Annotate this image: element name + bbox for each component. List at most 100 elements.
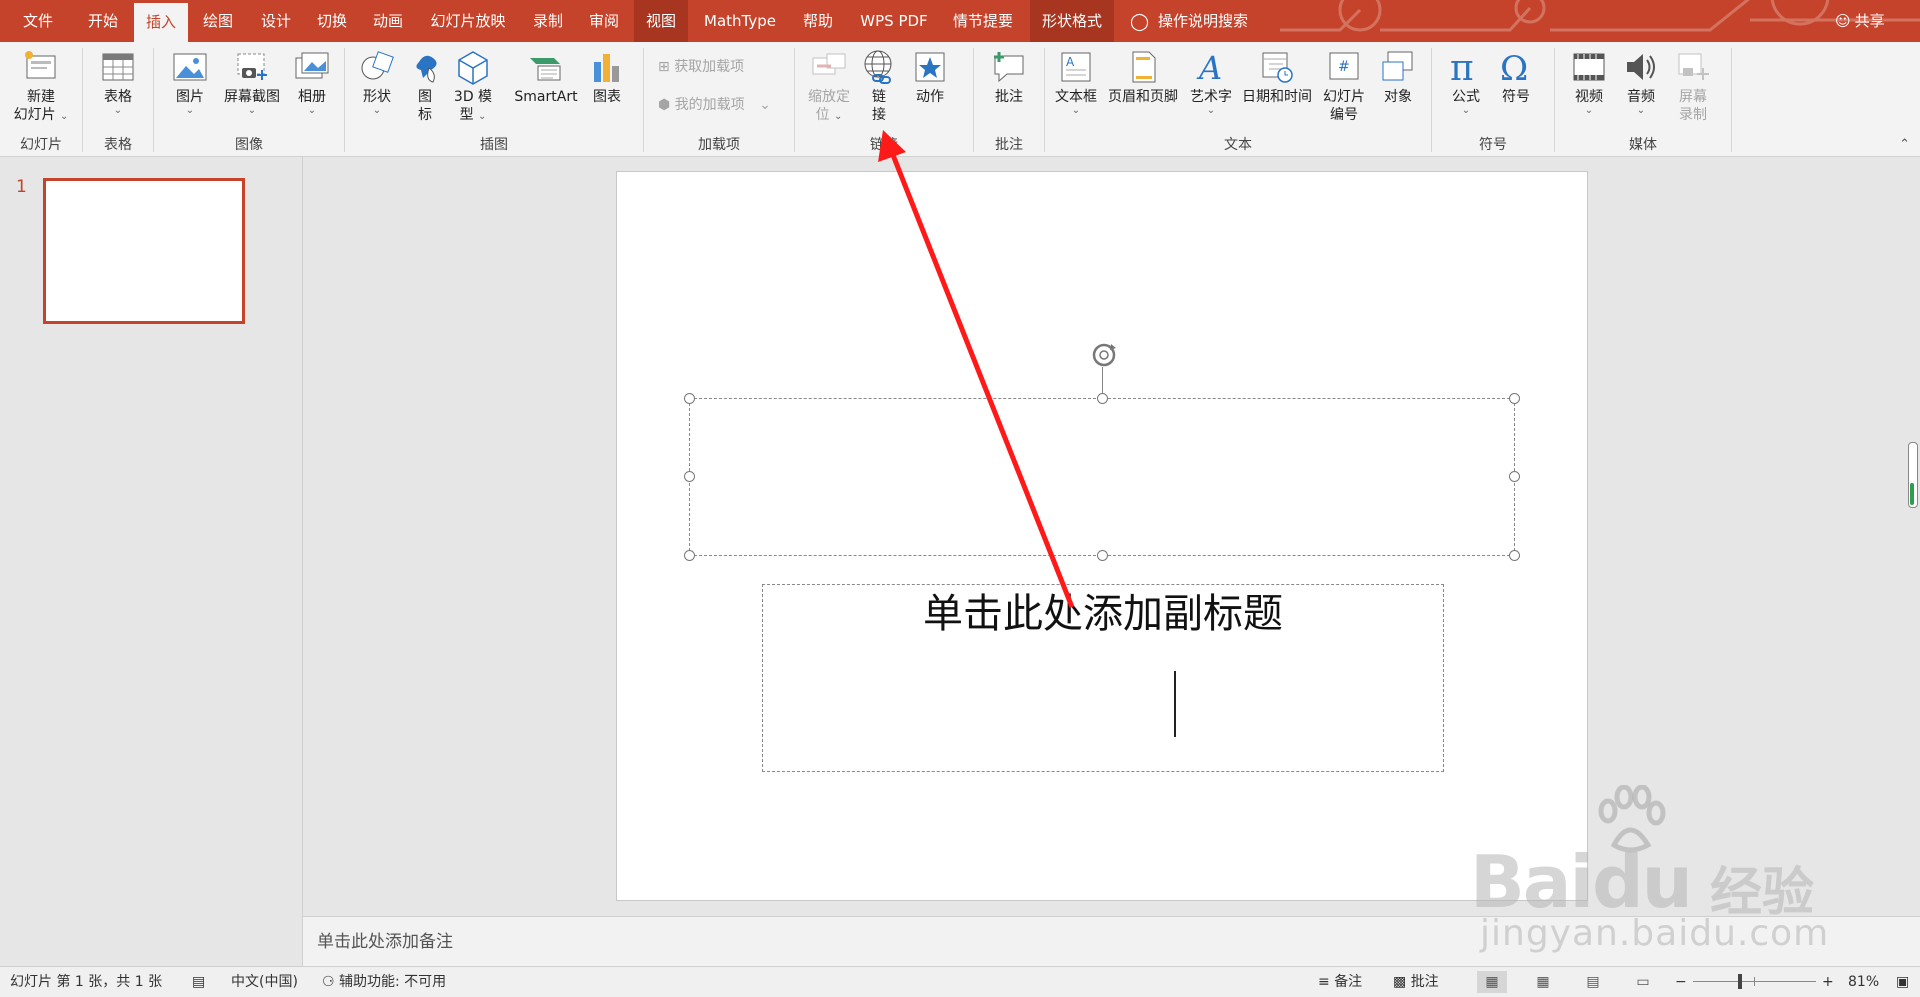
group-label-text: 文本 xyxy=(1224,137,1252,153)
table-button[interactable]: 表格 ⌄ xyxy=(98,48,138,116)
tell-me-search[interactable]: ◯ 操作说明搜索 xyxy=(1130,0,1248,42)
zoom-out-icon[interactable]: − xyxy=(1675,967,1687,997)
header-footer-button[interactable]: 页眉和页脚 xyxy=(1105,48,1181,106)
accessibility-status[interactable]: ⚆ 辅助功能: 不可用 xyxy=(322,967,446,997)
tab-animations[interactable]: 动画 xyxy=(370,0,406,42)
zoom-slides-icon xyxy=(812,53,846,75)
textbox-button[interactable]: A 文本框 ⌄ xyxy=(1053,48,1099,116)
vertical-scrollbar[interactable] xyxy=(1908,442,1918,508)
icons-label-1: 图 xyxy=(418,89,432,105)
tab-mathtype[interactable]: MathType xyxy=(700,0,780,42)
resize-handle[interactable] xyxy=(1509,550,1520,561)
group-media: 视频 ⌄ 音频 ⌄ 屏幕 录制 媒体 xyxy=(1555,42,1731,156)
resize-handle[interactable] xyxy=(1097,550,1108,561)
my-addins-button[interactable]: ⬢ 我的加载项 ⌄ xyxy=(658,94,771,114)
spelling-check-icon[interactable]: ▤ xyxy=(192,967,205,997)
share-button[interactable]: ☺ 共享 xyxy=(1835,0,1885,42)
equation-button[interactable]: π 公式 ⌄ xyxy=(1444,48,1488,116)
comments-toggle-button[interactable]: ▩ 批注 xyxy=(1393,967,1439,997)
tell-me-label: 操作说明搜索 xyxy=(1158,12,1249,30)
group-label-addins: 加载项 xyxy=(698,137,740,153)
shapes-label: 形状 xyxy=(363,89,391,105)
new-slide-button[interactable]: 新建 幻灯片 ⌄ xyxy=(8,48,74,124)
object-label: 对象 xyxy=(1384,89,1412,105)
resize-handle[interactable] xyxy=(684,393,695,404)
tab-wps-pdf[interactable]: WPS PDF xyxy=(858,0,930,42)
resize-handle[interactable] xyxy=(684,471,695,482)
zoom-slider-thumb[interactable] xyxy=(1738,974,1742,989)
notes-pane[interactable]: 单击此处添加备注 xyxy=(303,916,1920,967)
zoom-in-icon[interactable]: + xyxy=(1822,967,1834,997)
comment-button[interactable]: 批注 xyxy=(987,48,1031,106)
resize-handle[interactable] xyxy=(1509,393,1520,404)
reading-view-icon[interactable]: ▤ xyxy=(1578,971,1608,993)
shapes-button[interactable]: 形状 ⌄ xyxy=(355,48,399,116)
group-tables: 表格 ⌄ 表格 xyxy=(83,42,153,156)
slide-canvas[interactable]: 单击此处添加副标题 xyxy=(616,171,1588,901)
tab-home[interactable]: 开始 xyxy=(84,0,122,42)
omega-icon: Ω xyxy=(1500,49,1528,86)
new-slide-icon xyxy=(25,51,56,79)
tab-design[interactable]: 设计 xyxy=(258,0,294,42)
link-button[interactable]: 链 接 xyxy=(859,48,899,124)
tab-insert[interactable]: 插入 xyxy=(134,0,188,42)
fit-to-window-icon[interactable]: ▣ xyxy=(1896,967,1909,997)
3d-models-button[interactable]: 3D 模 型 ⌄ xyxy=(451,48,495,124)
date-time-button[interactable]: 日期和时间 xyxy=(1239,48,1315,106)
wordart-label: 艺术字 xyxy=(1190,89,1232,105)
slide-thumbnail[interactable] xyxy=(43,178,245,324)
screen-recording-button[interactable]: 屏幕 录制 xyxy=(1671,48,1715,124)
photo-album-button[interactable]: 相册 ⌄ xyxy=(290,48,334,116)
slide-number-button[interactable]: # 幻灯片 编号 xyxy=(1319,48,1369,124)
new-slide-label-2: 幻灯片 ⌄ xyxy=(13,107,69,123)
slideshow-view-icon[interactable]: ▭ xyxy=(1628,971,1658,993)
object-button[interactable]: 对象 xyxy=(1375,48,1421,106)
ribbon: 新建 幻灯片 ⌄ 幻灯片 表格 ⌄ 表格 图片 ⌄ 屏幕截图 ⌄ 相册 ⌄ 图像… xyxy=(0,42,1920,157)
zoom-level[interactable]: 81% xyxy=(1848,967,1879,997)
picture-button[interactable]: 图片 ⌄ xyxy=(170,48,210,116)
equation-label: 公式 xyxy=(1452,89,1480,105)
video-button[interactable]: 视频 ⌄ xyxy=(1569,48,1609,116)
language-status[interactable]: 中文(中国) xyxy=(231,967,298,997)
notes-toggle-button[interactable]: ≡ 备注 xyxy=(1318,967,1362,997)
wordart-button[interactable]: A 艺术字 ⌄ xyxy=(1187,48,1235,116)
tab-help[interactable]: 帮助 xyxy=(800,0,836,42)
action-button[interactable]: 动作 xyxy=(907,48,953,106)
screen-record-icon xyxy=(1678,53,1709,80)
tab-slideshow[interactable]: 幻灯片放映 xyxy=(430,0,506,42)
resize-handle[interactable] xyxy=(1097,393,1108,404)
group-text: A 文本框 ⌄ 页眉和页脚 A 艺术字 ⌄ 日期和时间 # 幻灯片 编号 对象 … xyxy=(1045,42,1431,156)
chart-button[interactable]: 图表 xyxy=(585,48,629,106)
chevron-down-icon: ⌄ xyxy=(834,111,843,122)
tab-review[interactable]: 审阅 xyxy=(586,0,622,42)
tab-transitions[interactable]: 切换 xyxy=(314,0,350,42)
chevron-down-icon: ⌄ xyxy=(1071,105,1081,116)
circuit-decoration xyxy=(1280,0,1920,32)
tab-record[interactable]: 录制 xyxy=(530,0,566,42)
tab-view[interactable]: 视图 xyxy=(634,0,688,42)
subtitle-placeholder[interactable]: 单击此处添加副标题 xyxy=(762,584,1444,772)
comment-label: 批注 xyxy=(995,89,1023,105)
resize-handle[interactable] xyxy=(684,550,695,561)
collapse-ribbon-icon[interactable]: ⌃ xyxy=(1899,137,1910,152)
symbol-button[interactable]: Ω 符号 xyxy=(1494,48,1538,106)
title-placeholder[interactable] xyxy=(689,398,1515,737)
table-label: 表格 xyxy=(104,89,132,105)
screenshot-button[interactable]: 屏幕截图 ⌄ xyxy=(220,48,284,116)
svg-text:Ω: Ω xyxy=(1500,49,1528,86)
slide-sorter-view-icon[interactable]: ▦ xyxy=(1528,971,1558,993)
zoom-button[interactable]: 缩放定 位 ⌄ xyxy=(803,48,855,124)
tab-storyboard[interactable]: 情节提要 xyxy=(950,0,1016,42)
icons-button[interactable]: 图 标 xyxy=(407,48,443,124)
tab-draw[interactable]: 绘图 xyxy=(200,0,236,42)
rotate-handle-icon[interactable] xyxy=(1089,340,1119,370)
svg-text:π: π xyxy=(1450,48,1474,86)
get-addins-button[interactable]: ⊞ 获取加载项 xyxy=(658,56,744,76)
group-symbols: π 公式 ⌄ Ω 符号 符号 xyxy=(1432,42,1554,156)
resize-handle[interactable] xyxy=(1509,471,1520,482)
audio-button[interactable]: 音频 ⌄ xyxy=(1619,48,1663,116)
smartart-button[interactable]: SmartArt xyxy=(511,48,581,106)
tab-file[interactable]: 文件 xyxy=(20,0,56,42)
tab-shape-format[interactable]: 形状格式 xyxy=(1030,0,1114,42)
normal-view-icon[interactable]: ▦ xyxy=(1477,971,1507,993)
